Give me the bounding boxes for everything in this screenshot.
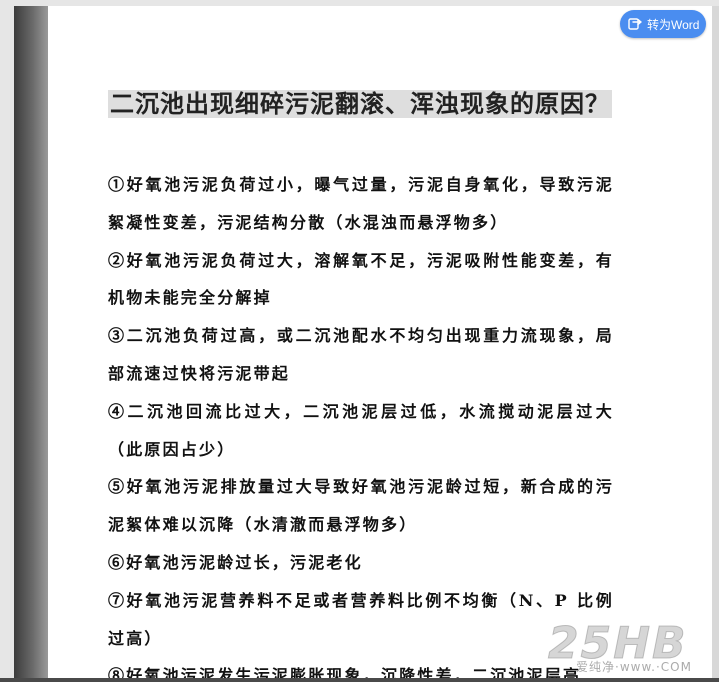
document-viewer: 二沉池出现细碎污泥翻滚、浑浊现象的原因？ ①好氧池污泥负荷过小，曝气过量，污泥自… [0, 0, 719, 682]
paragraph-5: ⑤好氧池污泥排放量过大导致好氧池污泥龄过短，新合成的污泥絮体难以沉降（水清澈而悬… [108, 477, 614, 535]
word-convert-icon [628, 17, 642, 31]
viewer-bottom-bar [0, 678, 719, 682]
convert-to-word-label: 转为Word [647, 17, 700, 32]
document-title: 二沉池出现细碎污泥翻滚、浑浊现象的原因？ [108, 86, 614, 122]
document-title-text: 二沉池出现细碎污泥翻滚、浑浊现象的原因？ [108, 90, 612, 118]
paragraph-7: ⑦好氧池污泥营养料不足或者营养料比例不均衡（N、P 比例过高） [108, 590, 614, 648]
paragraph-1: ①好氧池污泥负荷过小，曝气过量，污泥自身氧化，导致污泥絮凝性变差，污泥结构分散（… [108, 175, 614, 232]
paragraph-2: ②好氧池污泥负荷过大，溶解氧不足，污泥吸附性能变差，有机物未能完全分解掉 [108, 250, 614, 308]
paragraph-6: ⑥好氧池污泥龄过长，污泥老化 [108, 552, 363, 572]
page-left-shadow [14, 6, 48, 682]
paragraph-4: ④二沉池回流比过大，二沉池泥层过低，水流搅动泥层过大（此原因占少） [108, 401, 614, 459]
paragraph-3: ③二沉池负荷过高，或二沉池配水不均匀出现重力流现象，局部流速过快将污泥带起 [108, 326, 614, 383]
page-right-edge [712, 6, 719, 682]
document-body: ①好氧池污泥负荷过小，曝气过量，污泥自身氧化，导致污泥絮凝性变差，污泥结构分散（… [108, 166, 614, 682]
convert-to-word-button[interactable]: 转为Word [620, 10, 706, 38]
